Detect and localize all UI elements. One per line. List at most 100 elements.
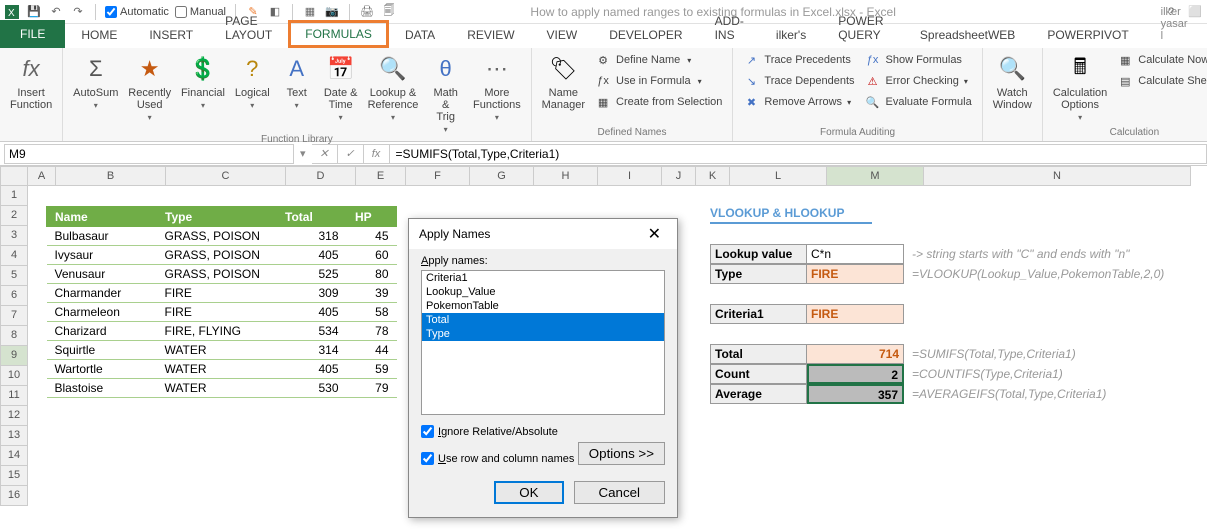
show-formulas-button[interactable]: ƒxShow Formulas xyxy=(861,50,976,70)
tab-page-layout[interactable]: PAGE LAYOUT xyxy=(209,8,288,48)
table-cell[interactable]: Venusaur xyxy=(47,265,157,284)
row-header-9[interactable]: 9 xyxy=(0,346,28,366)
table-cell[interactable]: WATER xyxy=(157,360,277,379)
lookup-value-cell[interactable]: C*n xyxy=(807,244,904,264)
table-cell[interactable]: WATER xyxy=(157,379,277,398)
name-list-item[interactable]: Total xyxy=(422,313,664,327)
tab-file[interactable]: FILE xyxy=(0,20,65,48)
type-value-cell[interactable]: FIRE xyxy=(807,264,904,284)
table-cell[interactable]: 309 xyxy=(277,284,347,303)
row-header-13[interactable]: 13 xyxy=(0,426,28,446)
row-header-8[interactable]: 8 xyxy=(0,326,28,346)
row-header-10[interactable]: 10 xyxy=(0,366,28,386)
cancel-button[interactable]: Cancel xyxy=(574,481,666,504)
row-header-4[interactable]: 4 xyxy=(0,246,28,266)
row-header-6[interactable]: 6 xyxy=(0,286,28,306)
row-header-5[interactable]: 5 xyxy=(0,266,28,286)
table-cell[interactable]: 525 xyxy=(277,265,347,284)
tab-developer[interactable]: DEVELOPER xyxy=(593,22,698,48)
macro-icon[interactable]: ▦ xyxy=(302,4,318,20)
calculate-now-button[interactable]: ▦Calculate Now xyxy=(1113,50,1207,70)
col-header-K[interactable]: K xyxy=(696,166,730,186)
calculate-sheet-button[interactable]: ▤Calculate Sheet xyxy=(1113,71,1207,91)
row-header-7[interactable]: 7 xyxy=(0,306,28,326)
tab-spreadsheetweb[interactable]: SpreadsheetWEB xyxy=(904,22,1031,48)
table-cell[interactable]: 318 xyxy=(277,227,347,246)
preview-icon[interactable]: 🗐 xyxy=(381,4,397,20)
insert-function-button[interactable]: fx Insert Function xyxy=(6,50,56,111)
table-cell[interactable]: 39 xyxy=(347,284,397,303)
table-cell[interactable]: FIRE, FLYING xyxy=(157,322,277,341)
tab-insert[interactable]: INSERT xyxy=(133,22,209,48)
save-icon[interactable]: 💾 xyxy=(26,4,42,20)
fx-icon[interactable]: fx xyxy=(364,144,390,164)
col-header-G[interactable]: G xyxy=(470,166,534,186)
table-cell[interactable]: 78 xyxy=(347,322,397,341)
col-header-D[interactable]: D xyxy=(286,166,356,186)
col-header-A[interactable]: A xyxy=(28,166,56,186)
fn-text-button[interactable]: AText▾ xyxy=(276,50,318,110)
table-cell[interactable]: Squirtle xyxy=(47,341,157,360)
table-cell[interactable]: 45 xyxy=(347,227,397,246)
col-header-C[interactable]: C xyxy=(166,166,286,186)
table-cell[interactable]: 79 xyxy=(347,379,397,398)
row-header-16[interactable]: 16 xyxy=(0,486,28,506)
table-cell[interactable]: 80 xyxy=(347,265,397,284)
table-row[interactable]: WartortleWATER40559 xyxy=(47,360,397,379)
define-name-button[interactable]: ⚙Define Name ▾ xyxy=(591,50,726,70)
table-cell[interactable]: 405 xyxy=(277,303,347,322)
tab-addins[interactable]: ADD-INS xyxy=(699,8,760,48)
dialog-title-bar[interactable]: Apply Names ✕ xyxy=(409,219,677,249)
tab-view[interactable]: VIEW xyxy=(531,22,594,48)
redo-icon[interactable]: ↷ xyxy=(70,4,86,20)
table-header[interactable]: Type xyxy=(157,207,277,227)
name-list-item[interactable]: PokemonTable xyxy=(422,299,664,313)
table-cell[interactable]: 534 xyxy=(277,322,347,341)
table-header[interactable]: Total xyxy=(277,207,347,227)
table-cell[interactable]: 59 xyxy=(347,360,397,379)
watch-window-button[interactable]: 🔍 Watch Window xyxy=(989,50,1036,111)
table-header[interactable]: Name xyxy=(47,207,157,227)
col-header-I[interactable]: I xyxy=(598,166,662,186)
tab-data[interactable]: DATA xyxy=(389,22,451,48)
table-cell[interactable]: Charmander xyxy=(47,284,157,303)
table-row[interactable]: CharmanderFIRE30939 xyxy=(47,284,397,303)
table-row[interactable]: SquirtleWATER31444 xyxy=(47,341,397,360)
ok-button[interactable]: OK xyxy=(494,481,563,504)
use-row-col-checkbox[interactable]: Use row and column names xyxy=(421,452,574,465)
fn-math-trig-button[interactable]: θMath & Trig▾ xyxy=(424,50,467,134)
fn-logical-button[interactable]: ?Logical▾ xyxy=(231,50,274,110)
col-header-N[interactable]: N xyxy=(924,166,1191,186)
col-header-M[interactable]: M xyxy=(827,166,924,186)
select-all-corner[interactable] xyxy=(0,166,28,186)
names-list[interactable]: Criteria1Lookup_ValuePokemonTableTotalTy… xyxy=(421,270,665,415)
camera-icon[interactable]: 📷 xyxy=(324,4,340,20)
table-row[interactable]: CharmeleonFIRE40558 xyxy=(47,303,397,322)
table-cell[interactable]: 314 xyxy=(277,341,347,360)
table-cell[interactable]: FIRE xyxy=(157,284,277,303)
table-cell[interactable]: 60 xyxy=(347,246,397,265)
tab-formulas[interactable]: FORMULAS xyxy=(288,20,389,48)
fn-lookup-reference-button[interactable]: 🔍Lookup & Reference▾ xyxy=(364,50,423,122)
trace-precedents-button[interactable]: ↗Trace Precedents xyxy=(739,50,858,70)
table-cell[interactable]: GRASS, POISON xyxy=(157,265,277,284)
fn-financial-button[interactable]: 💲Financial▾ xyxy=(177,50,229,110)
fn-recently-used-button[interactable]: ★Recently Used▾ xyxy=(124,50,175,122)
name-list-item[interactable]: Lookup_Value xyxy=(422,285,664,299)
row-header-1[interactable]: 1 xyxy=(0,186,28,206)
table-cell[interactable]: 405 xyxy=(277,246,347,265)
table-cell[interactable]: Charizard xyxy=(47,322,157,341)
row-header-2[interactable]: 2 xyxy=(0,206,28,226)
row-header-11[interactable]: 11 xyxy=(0,386,28,406)
name-list-item[interactable]: Type xyxy=(422,327,664,341)
formula-input[interactable]: =SUMIFS(Total,Type,Criteria1) xyxy=(390,144,1207,164)
name-box[interactable]: M9 xyxy=(4,144,294,164)
tab-ilkers[interactable]: ilker's xyxy=(760,22,822,48)
tab-review[interactable]: REVIEW xyxy=(451,22,530,48)
row-header-3[interactable]: 3 xyxy=(0,226,28,246)
tab-home[interactable]: HOME xyxy=(65,22,133,48)
row-header-15[interactable]: 15 xyxy=(0,466,28,486)
table-cell[interactable]: Ivysaur xyxy=(47,246,157,265)
fn-date-time-button[interactable]: 📅Date & Time▾ xyxy=(320,50,362,122)
cancel-formula-icon[interactable]: ✕ xyxy=(312,144,338,164)
